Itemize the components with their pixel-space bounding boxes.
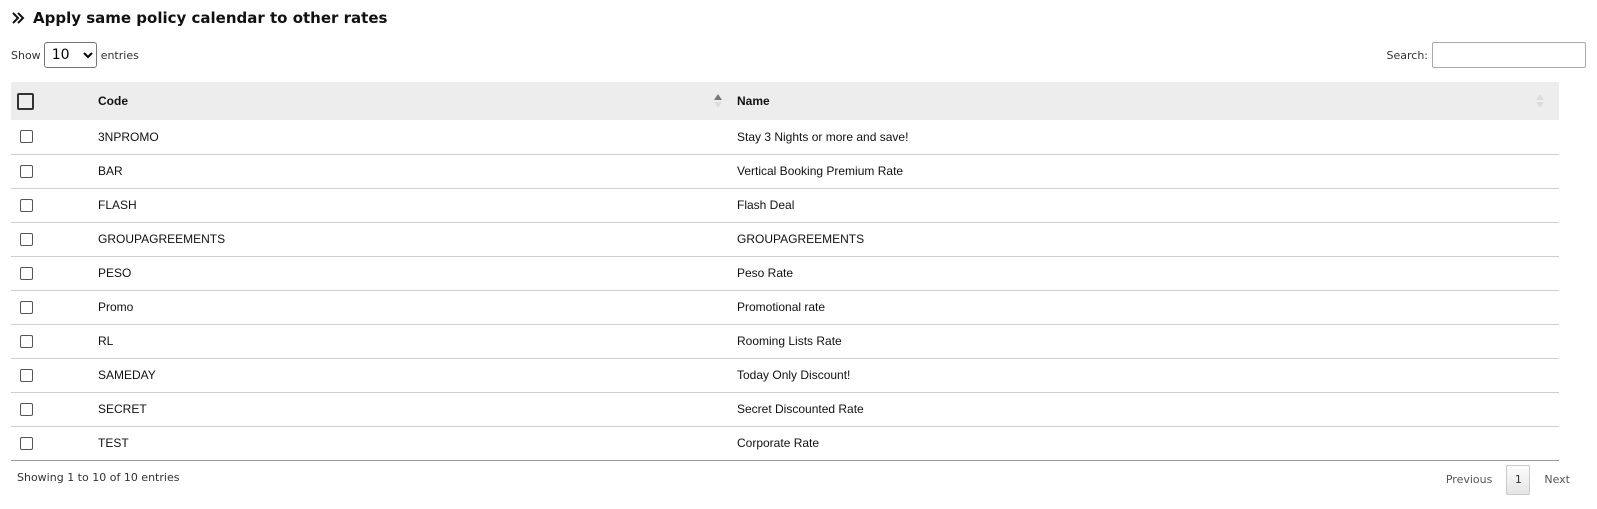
name-cell: Peso Rate — [737, 266, 794, 280]
row-select-cell — [11, 392, 98, 426]
name-cell: Vertical Booking Premium Rate — [737, 164, 904, 178]
name-cell: Stay 3 Nights or more and save! — [737, 129, 909, 144]
code-cell: 3NPROMO — [98, 129, 159, 144]
row-checkbox[interactable] — [20, 130, 33, 144]
pagination: Previous 1 Next — [1432, 465, 1584, 495]
row-checkbox[interactable] — [20, 198, 33, 212]
show-label: Show — [11, 48, 41, 62]
name-cell: Secret Discounted Rate — [737, 402, 864, 416]
table-row: SAMEDAY Today Only Discount! — [11, 358, 1559, 392]
sort-both-icon — [1536, 94, 1544, 108]
name-cell: Flash Deal — [737, 198, 795, 212]
rates-table: Code Name 3NPROMO Stay 3 Nights or more a… — [11, 82, 1559, 461]
row-checkbox[interactable] — [20, 334, 33, 348]
select-all-cell — [11, 82, 98, 120]
section-title: Apply same policy calendar to other rate… — [33, 9, 388, 27]
row-select-cell — [11, 256, 98, 290]
table-row: RL Rooming Lists Rate — [11, 324, 1559, 358]
row-checkbox[interactable] — [20, 164, 33, 178]
row-checkbox[interactable] — [20, 266, 33, 280]
table-header-row: Code Name — [11, 82, 1559, 120]
table-row: BAR Vertical Booking Premium Rate — [11, 154, 1559, 188]
row-checkbox[interactable] — [20, 368, 33, 382]
table-row: SECRET Secret Discounted Rate — [11, 392, 1559, 426]
row-select-cell — [11, 358, 98, 392]
code-cell: GROUPAGREEMENTS — [98, 232, 226, 246]
row-select-cell — [11, 154, 98, 188]
column-header-code[interactable]: Code — [98, 82, 737, 120]
row-select-cell — [11, 188, 98, 222]
column-header-name-label: Name — [737, 94, 770, 108]
code-cell: BAR — [98, 164, 123, 178]
code-cell: PESO — [98, 266, 132, 280]
code-cell: FLASH — [98, 198, 137, 212]
table-row: TEST Corporate Rate — [11, 426, 1559, 460]
section-header[interactable]: Apply same policy calendar to other rate… — [11, 6, 387, 30]
search-control: Search: — [1386, 41, 1586, 69]
table-row: GROUPAGREEMENTS GROUPAGREEMENTS — [11, 222, 1559, 256]
table-row: FLASH Flash Deal — [11, 188, 1559, 222]
row-select-cell — [11, 324, 98, 358]
name-cell: Promotional rate — [737, 300, 826, 314]
entries-per-page-select[interactable]: 10 — [43, 42, 97, 68]
table-body: 3NPROMO Stay 3 Nights or more and save! B… — [11, 120, 1559, 460]
code-cell: TEST — [98, 436, 129, 450]
name-cell: Corporate Rate — [737, 436, 820, 450]
code-cell: SAMEDAY — [98, 368, 156, 382]
previous-page-button[interactable]: Previous — [1432, 466, 1507, 494]
row-select-cell — [11, 426, 98, 460]
table-row: PESO Peso Rate — [11, 256, 1559, 290]
row-checkbox[interactable] — [20, 402, 33, 416]
row-checkbox[interactable] — [20, 436, 33, 450]
table-row: 3NPROMO Stay 3 Nights or more and save! — [11, 120, 1559, 154]
search-input[interactable] — [1432, 42, 1586, 68]
name-cell: Rooming Lists Rate — [737, 334, 842, 348]
name-cell: Today Only Discount! — [737, 368, 851, 382]
search-label: Search: — [1386, 48, 1429, 62]
row-select-cell — [11, 120, 98, 154]
table-row: Promo Promotional rate — [11, 290, 1559, 324]
entries-length-control: Show 10 entries — [11, 42, 139, 68]
row-select-cell — [11, 222, 98, 256]
double-chevron-right-icon — [12, 12, 25, 24]
name-cell: GROUPAGREEMENTS — [737, 232, 865, 246]
column-header-name[interactable]: Name — [737, 82, 1559, 120]
select-all-checkbox[interactable] — [17, 92, 34, 110]
code-cell: SECRET — [98, 402, 147, 416]
row-checkbox[interactable] — [20, 232, 33, 246]
sort-ascending-icon — [714, 94, 722, 108]
current-page-button[interactable]: 1 — [1506, 465, 1531, 495]
column-header-code-label: Code — [98, 94, 128, 108]
row-select-cell — [11, 290, 98, 324]
code-cell: Promo — [98, 300, 134, 314]
table-info: Showing 1 to 10 of 10 entries — [17, 471, 180, 484]
code-cell: RL — [98, 334, 114, 348]
entries-label: entries — [100, 48, 139, 62]
next-page-button[interactable]: Next — [1530, 466, 1584, 494]
row-checkbox[interactable] — [20, 300, 33, 314]
